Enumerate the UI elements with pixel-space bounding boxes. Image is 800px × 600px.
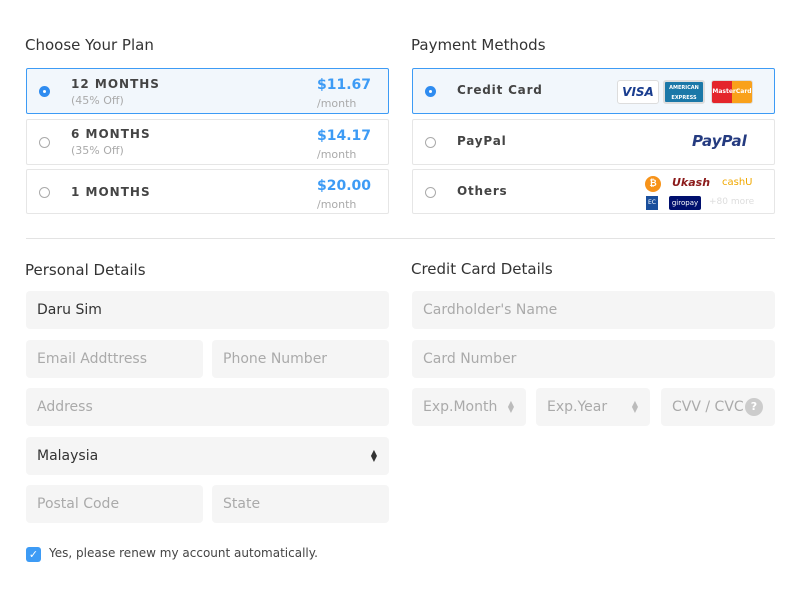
card-number-input[interactable]: Card Number xyxy=(412,340,775,378)
plan-price: $20.00 xyxy=(317,178,372,194)
address-input[interactable]: Address xyxy=(26,388,389,426)
renew-checkbox[interactable]: ✓ xyxy=(26,547,41,562)
exp-year-select[interactable]: Exp.Year ▲ ▼ xyxy=(536,388,650,426)
payment-option-credit-card[interactable]: Credit Card VISA AMERICAN EXPRESS Master… xyxy=(412,68,775,114)
renew-label: Yes, please renew my account automatical… xyxy=(49,546,318,560)
plan-name: 1 MONTHS xyxy=(71,185,151,199)
plan-name: 12 MONTHS xyxy=(71,77,160,91)
plan-name: 6 MONTHS xyxy=(71,127,151,141)
payment-title: Payment Methods xyxy=(411,36,546,54)
payment-name: Credit Card xyxy=(457,83,543,97)
paypal-logo: PayPal xyxy=(692,132,747,150)
exp-month-select[interactable]: Exp.Month ▲ ▼ xyxy=(412,388,526,426)
plan-discount: (45% Off) xyxy=(71,94,124,107)
giropay-logo: giropay xyxy=(669,196,701,210)
cardholder-name-input[interactable]: Cardholder's Name xyxy=(412,291,775,329)
plan-discount: (35% Off) xyxy=(71,144,124,157)
email-input[interactable]: Email Addttress xyxy=(26,340,203,378)
personal-title: Personal Details xyxy=(25,261,146,279)
select-arrows-icon: ▲ ▼ xyxy=(631,399,638,414)
cvv-placeholder: CVV / CVC xyxy=(672,399,744,415)
help-icon[interactable]: ? xyxy=(745,398,763,416)
payment-name: Others xyxy=(457,183,508,198)
visa-logo: VISA xyxy=(617,80,659,104)
payment-name: PayPal xyxy=(457,134,507,148)
state-input[interactable]: State xyxy=(212,485,389,523)
select-arrows-icon: ▲ ▼ xyxy=(507,399,514,414)
plan-period: /month xyxy=(317,198,357,211)
amex-logo: AMERICAN EXPRESS xyxy=(663,80,705,104)
radio[interactable] xyxy=(39,137,50,148)
radio-selected[interactable] xyxy=(425,86,436,97)
plan-option-1-months[interactable]: 1 MONTHS $20.00 /month xyxy=(26,169,389,214)
more-methods: +80 more xyxy=(709,197,755,207)
radio[interactable] xyxy=(39,186,50,198)
radio[interactable] xyxy=(425,186,436,198)
postal-code-input[interactable]: Postal Code xyxy=(26,485,203,523)
exp-year-placeholder: Exp.Year xyxy=(547,399,608,415)
plan-title: Choose Your Plan xyxy=(25,36,154,54)
exp-month-placeholder: Exp.Month xyxy=(423,399,498,415)
payment-option-others[interactable]: Others ₿ Ukash cashU EC giropay +80 more xyxy=(412,169,775,214)
plan-option-12-months[interactable]: 12 MONTHS (45% Off) $11.67 /month xyxy=(26,68,389,114)
plan-period: /month xyxy=(317,97,357,110)
cashu-logo: cashU xyxy=(722,177,753,188)
bitcoin-icon: ₿ xyxy=(645,176,661,192)
ec-logo: EC xyxy=(646,196,658,210)
radio-selected[interactable] xyxy=(39,86,50,97)
mastercard-logo: MasterCard xyxy=(711,80,753,104)
card-title: Credit Card Details xyxy=(411,260,553,278)
divider xyxy=(26,238,775,239)
radio[interactable] xyxy=(425,137,436,148)
plan-period: /month xyxy=(317,148,357,161)
select-arrows-icon: ▲ ▼ xyxy=(370,448,377,463)
ukash-logo: Ukash xyxy=(672,176,711,189)
plan-price: $11.67 xyxy=(317,77,372,93)
payment-option-paypal[interactable]: PayPal PayPal xyxy=(412,119,775,165)
country-select[interactable]: Malaysia ▲ ▼ xyxy=(26,437,389,475)
cvv-input[interactable]: CVV / CVC ? xyxy=(661,388,775,426)
plan-option-6-months[interactable]: 6 MONTHS (35% Off) $14.17 /month xyxy=(26,119,389,165)
plan-price: $14.17 xyxy=(317,128,372,144)
phone-input[interactable]: Phone Number xyxy=(212,340,389,378)
name-input[interactable]: Daru Sim xyxy=(26,291,389,329)
country-value: Malaysia xyxy=(37,448,99,464)
